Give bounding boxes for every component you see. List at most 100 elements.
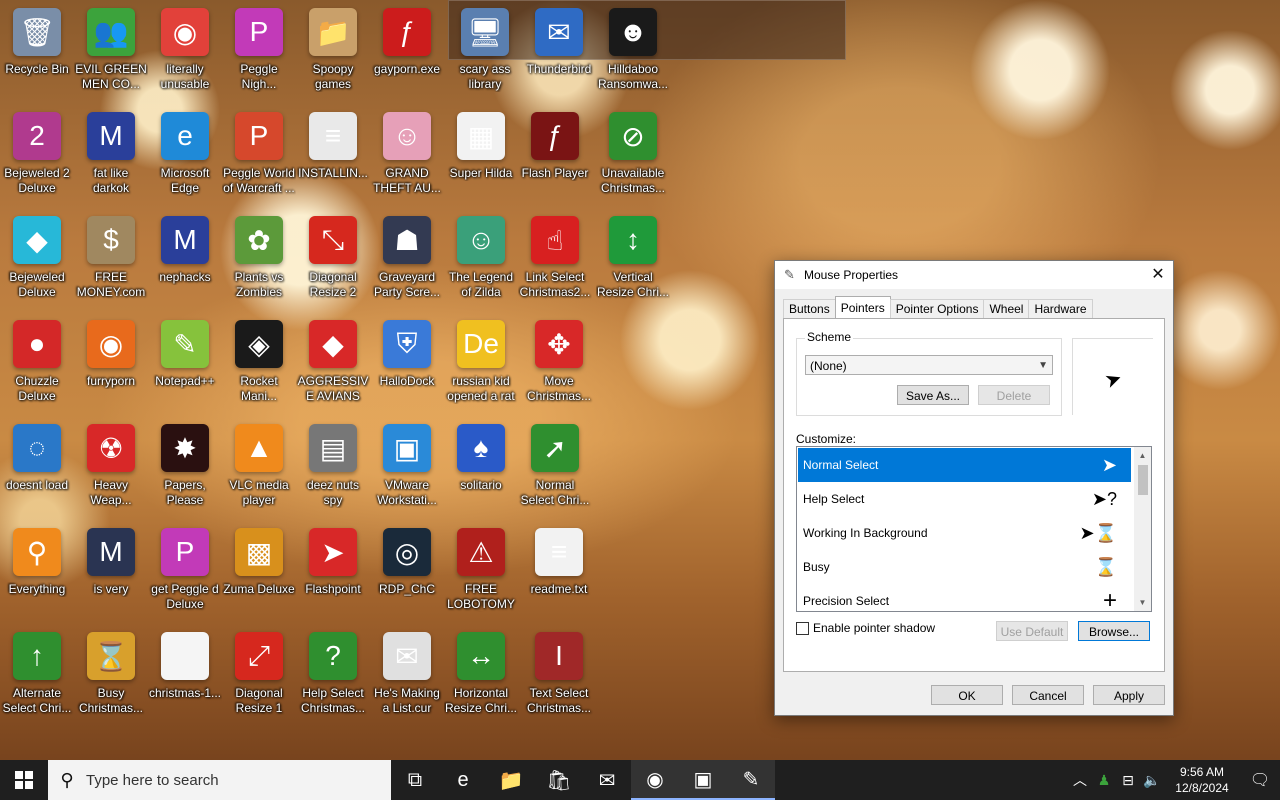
desktop-icon[interactable]: ƒ Flash Player	[518, 104, 592, 206]
list-scrollbar[interactable]: ▲ ▼	[1134, 447, 1151, 611]
checkbox-box[interactable]	[796, 621, 809, 635]
desktop-icon[interactable]: ✿ Plants vs Zombies	[222, 208, 296, 310]
desktop-icon[interactable]: ▦ Super Hilda	[444, 104, 518, 206]
desktop-icon[interactable]: P Peggle Nigh...	[222, 0, 296, 102]
tab-wheel[interactable]: Wheel	[983, 299, 1030, 320]
desktop-icon[interactable]: ⤡ Diagonal Resize 2 Ch...	[296, 208, 370, 310]
desktop-icon[interactable]: I Text Select Christmas...	[522, 624, 596, 726]
scroll-down-icon[interactable]: ▼	[1134, 594, 1151, 611]
desktop-icon[interactable]: ➤ Flashpoint	[296, 520, 370, 622]
close-icon[interactable]: ✕	[1143, 261, 1173, 289]
desktop-icon[interactable]: ↑ Alternate Select Chri...	[0, 624, 74, 726]
mail-icon[interactable]: ✉	[583, 760, 631, 800]
desktop-icon[interactable]: ◉ literally unusable	[148, 0, 222, 102]
desktop-icon[interactable]: ≡ readme.txt	[522, 520, 596, 622]
notification-icon[interactable]: 🗨	[1240, 770, 1280, 790]
scroll-up-icon[interactable]: ▲	[1134, 447, 1151, 464]
desktop-icon[interactable]: ☢ Heavy Weap...	[74, 416, 148, 518]
people-icon[interactable]: ♟	[1092, 772, 1116, 789]
delete-button[interactable]: Delete	[978, 385, 1050, 405]
desktop-icon[interactable]: 🗑 Recycle Bin	[0, 0, 74, 102]
desktop-icon[interactable]: e Microsoft Edge	[148, 104, 222, 206]
chevron-up-icon[interactable]: ︿	[1068, 770, 1092, 790]
list-item[interactable]: Precision Select +	[798, 584, 1131, 611]
desktop-icon[interactable]: ⌛ Busy Christmas...	[74, 624, 148, 726]
desktop-icon[interactable]: Mnephacks	[148, 208, 222, 310]
desktop-icon[interactable]: Mis very	[74, 520, 148, 622]
desktop-icon[interactable]: ↔ Horizontal Resize Chri...	[444, 624, 518, 726]
desktop-icon[interactable]: ⛨ HalloDock	[370, 312, 444, 414]
desktop-icon[interactable]: ⤢ Diagonal Resize 1 Ch...	[222, 624, 296, 726]
desktop-icon[interactable]: 2 Bejeweled 2 Deluxe	[0, 104, 74, 206]
cancel-button[interactable]: Cancel	[1012, 685, 1084, 705]
desktop-icon[interactable]: ✥ Move Christmas...	[522, 312, 596, 414]
desktop-icon[interactable]: ➚ Normal Select Chri...	[518, 416, 592, 518]
store-icon[interactable]: 🛍	[535, 760, 583, 800]
desktop-icon[interactable]: ☺ The Legend of Zilda	[444, 208, 518, 310]
desktop-icon[interactable]: ♠ solitario	[444, 416, 518, 518]
list-item[interactable]: Busy ⌛	[798, 550, 1131, 584]
search-box[interactable]: ⚲ Type here to search	[48, 760, 391, 800]
pointer-shadow-checkbox[interactable]: Enable pointer shadow	[796, 621, 935, 635]
tab-pointer-options[interactable]: Pointer Options	[889, 299, 985, 320]
scroll-thumb[interactable]	[1138, 465, 1148, 495]
apply-button[interactable]: Apply	[1093, 685, 1165, 705]
desktop-icon[interactable]: $ FREE MONEY.com	[74, 208, 148, 310]
tab-hardware[interactable]: Hardware	[1028, 299, 1093, 320]
firefox-icon[interactable]: ◉	[631, 760, 679, 800]
use-default-button[interactable]: Use Default	[996, 621, 1068, 641]
desktop-icon[interactable]: ↕ Vertical Resize Chri...	[596, 208, 670, 310]
desktop-icon[interactable]: ◈ Rocket Mani...	[222, 312, 296, 414]
tab-buttons[interactable]: Buttons	[783, 299, 836, 320]
desktop-icon[interactable]: Mfat like darkok	[74, 104, 148, 206]
desktop-icon[interactable]: ☗ Graveyard Party Scre...	[370, 208, 444, 310]
desktop-icon[interactable]: ▩ Zuma Deluxe	[222, 520, 296, 622]
desktop-icon[interactable]: christmas-1...	[148, 624, 222, 726]
edge-icon[interactable]: e	[439, 760, 487, 800]
desktop-icon[interactable]: ✉ He's Making a List.cur	[370, 624, 444, 726]
desktop-icon[interactable]: ⚲ Everything	[0, 520, 74, 622]
desktop-icon[interactable]: ◉ furryporn	[74, 312, 148, 414]
desktop-icon[interactable]: ▣ VMware Workstati...	[370, 416, 444, 518]
clock[interactable]: 9:56 AM 12/8/2024	[1164, 764, 1240, 796]
ok-button[interactable]: OK	[931, 685, 1003, 705]
desktop-icon[interactable]: Pget Peggle d Deluxe	[148, 520, 222, 622]
mouse-properties-icon[interactable]: ✎	[727, 760, 775, 800]
desktop-icon[interactable]: ☻ Hilldaboo Ransomwa...	[596, 0, 670, 102]
desktop-icon[interactable]: ▤ deez nuts spy	[296, 416, 370, 518]
desktop-icon[interactable]: ◆ AGGRESSIVE AVIANS	[296, 312, 370, 414]
desktop-icon[interactable]: 🖥 scary ass library	[448, 0, 522, 102]
volume-icon[interactable]: 🔈	[1140, 772, 1164, 789]
desktop-icon[interactable]: ✉ Thunderbird	[522, 0, 596, 102]
desktop-icon[interactable]: ◌ doesnt load	[0, 416, 74, 518]
desktop-icon[interactable]: ● Chuzzle Deluxe	[0, 312, 74, 414]
desktop-icon[interactable]: ◆ Bejeweled Deluxe	[0, 208, 74, 310]
desktop-icon[interactable]: ☝ Link Select Christmas2...	[518, 208, 592, 310]
network-icon[interactable]: ⊟	[1116, 772, 1140, 789]
list-item[interactable]: Normal Select ➤	[798, 448, 1131, 482]
desktop-icon[interactable]: ƒ gayporn.exe	[370, 0, 444, 102]
desktop-icon[interactable]: ▲ VLC media player	[222, 416, 296, 518]
dialog-titlebar[interactable]: ✎ Mouse Properties ✕	[775, 261, 1173, 289]
pointer-list[interactable]: Normal Select ➤ Help Select ➤? Working I…	[796, 446, 1152, 612]
desktop-icon[interactable]: ≡ INSTALLIN...	[296, 104, 370, 206]
desktop-icon[interactable]: 📁 Spoopy games	[296, 0, 370, 102]
list-item[interactable]: Working In Background ➤⌛	[798, 516, 1131, 550]
desktop-icon[interactable]: ☺ GRAND THEFT AU...	[370, 104, 444, 206]
save-as-button[interactable]: Save As...	[897, 385, 969, 405]
desktop-icon[interactable]: P Peggle World of Warcraft ...	[222, 104, 296, 206]
scheme-dropdown[interactable]: (None) ▼	[805, 355, 1053, 375]
desktop-icon[interactable]: De russian kid opened a rat	[444, 312, 518, 414]
desktop-icon[interactable]: 👥 EVIL GREEN MEN CO...	[74, 0, 148, 102]
desktop-icon[interactable]: ? Help Select Christmas...	[296, 624, 370, 726]
file-explorer-icon[interactable]: 📁	[487, 760, 535, 800]
start-button[interactable]	[0, 760, 48, 800]
desktop-icon[interactable]: ⊘ Unavailable Christmas...	[596, 104, 670, 206]
task-view-icon[interactable]: ⧉	[391, 760, 439, 800]
vmware-icon[interactable]: ▣	[679, 760, 727, 800]
browse-button[interactable]: Browse...	[1078, 621, 1150, 641]
desktop-icon[interactable]: ✸ Papers, Please	[148, 416, 222, 518]
list-item[interactable]: Help Select ➤?	[798, 482, 1131, 516]
desktop-icon[interactable]: ✎ Notepad++	[148, 312, 222, 414]
desktop-icon[interactable]: ⚠ FREE LOBOTOMYS	[444, 520, 518, 622]
